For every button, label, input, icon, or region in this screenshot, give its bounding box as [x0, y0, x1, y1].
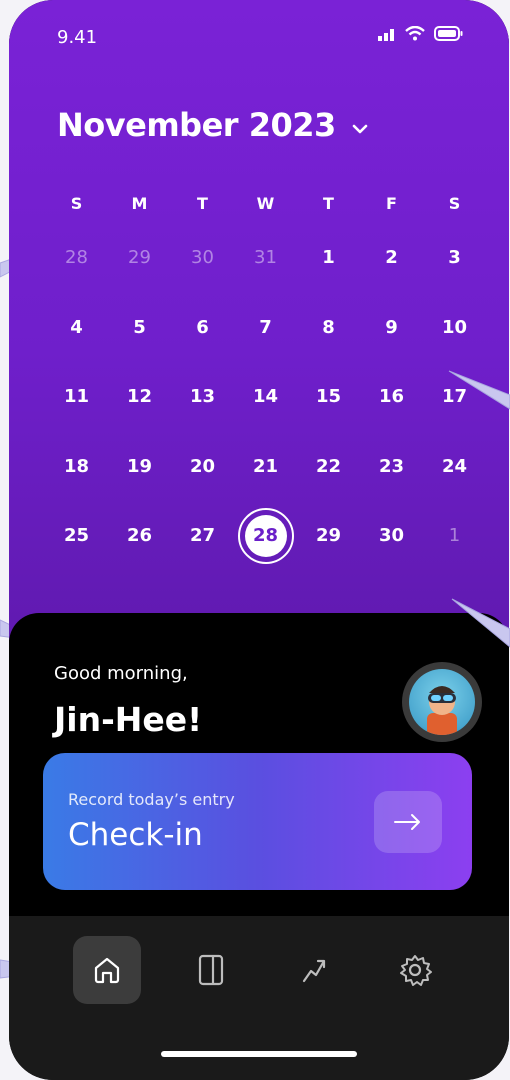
calendar-day[interactable]: 3 — [423, 247, 486, 268]
weekday-label: W — [256, 193, 275, 213]
annotation-pointer — [448, 370, 510, 410]
calendar-day[interactable]: 4 — [45, 317, 108, 338]
calendar-day[interactable]: 5 — [108, 317, 171, 338]
calendar-day[interactable]: 12 — [108, 386, 171, 407]
checkin-subtitle: Record today’s entry — [68, 790, 235, 809]
wifi-icon — [405, 26, 425, 41]
avatar-image — [409, 669, 475, 735]
weekday-label: T — [197, 193, 208, 213]
status-time: 9.41 — [57, 27, 98, 48]
selected-day-ring: 28 — [237, 507, 294, 564]
home-icon — [94, 957, 120, 984]
calendar-day[interactable]: 22 — [297, 456, 360, 477]
home-indicator[interactable] — [161, 1051, 357, 1057]
calendar-day[interactable]: 25 — [45, 525, 108, 546]
annotation-pointer — [451, 598, 510, 648]
nav-home[interactable] — [73, 936, 141, 1004]
chevron-down-icon[interactable] — [352, 123, 368, 135]
week-row: 18 19 20 21 22 23 24 — [45, 432, 486, 502]
calendar-day[interactable]: 23 — [360, 456, 423, 477]
selected-day-label: 28 — [244, 514, 287, 557]
checkin-title: Check-in — [68, 817, 203, 853]
calendar-day[interactable]: 11 — [45, 386, 108, 407]
week-row: 4 5 6 7 8 9 10 — [45, 293, 486, 363]
calendar-day[interactable]: 24 — [423, 456, 486, 477]
weekday-label: F — [386, 193, 397, 213]
weekday-label: T — [323, 193, 334, 213]
calendar-day[interactable]: 1 — [423, 525, 486, 546]
weekday-label: S — [448, 193, 461, 213]
month-selector[interactable]: November 2023 — [57, 106, 368, 144]
calendar-day-selected[interactable]: 28 — [234, 507, 297, 564]
calendar-day[interactable]: 20 — [171, 456, 234, 477]
checkin-arrow-button[interactable] — [374, 791, 442, 853]
checkin-card[interactable]: Record today’s entry Check-in — [43, 753, 472, 890]
nav-journal[interactable] — [177, 936, 245, 1004]
user-name: Jin-Hee! — [54, 700, 203, 739]
calendar-day[interactable]: 30 — [171, 247, 234, 268]
calendar-day[interactable]: 10 — [423, 317, 486, 338]
calendar-day[interactable]: 8 — [297, 317, 360, 338]
calendar-day[interactable]: 7 — [234, 317, 297, 338]
calendar-day[interactable]: 14 — [234, 386, 297, 407]
calendar-day[interactable]: 26 — [108, 525, 171, 546]
nav-trends[interactable] — [281, 936, 349, 1004]
avatar-illustration — [427, 686, 457, 735]
calendar-day[interactable]: 28 — [45, 247, 108, 268]
signal-icon — [378, 28, 394, 41]
calendar-day[interactable]: 31 — [234, 247, 297, 268]
calendar-day[interactable]: 9 — [360, 317, 423, 338]
battery-icon — [434, 26, 463, 41]
phone-frame: 9.41 November 2023 S M T W T F S 28 29 3… — [9, 0, 509, 1080]
settings-icon — [400, 955, 432, 986]
calendar-day[interactable]: 19 — [108, 456, 171, 477]
trend-icon — [302, 959, 326, 983]
calendar-grid: S M T W T F S 28 29 30 31 1 2 3 4 5 6 7 … — [45, 183, 486, 571]
status-icons — [378, 26, 464, 41]
calendar-day[interactable]: 16 — [360, 386, 423, 407]
week-row: 28 29 30 31 1 2 3 — [45, 223, 486, 293]
calendar-day[interactable]: 30 — [360, 525, 423, 546]
journal-icon — [198, 954, 224, 986]
arrow-right-icon — [394, 814, 420, 830]
week-row: 11 12 13 14 15 16 17 — [45, 362, 486, 432]
calendar-day[interactable]: 29 — [108, 247, 171, 268]
calendar-day[interactable]: 2 — [360, 247, 423, 268]
weekday-header: S M T W T F S — [45, 183, 486, 223]
greeting-text: Good morning, — [54, 663, 188, 684]
calendar-day[interactable]: 1 — [297, 247, 360, 268]
calendar-day[interactable]: 13 — [171, 386, 234, 407]
weekday-label: S — [70, 193, 83, 213]
weekday-label: M — [131, 193, 148, 213]
week-row: 25 26 27 28 29 30 1 — [45, 501, 486, 571]
calendar-day[interactable]: 21 — [234, 456, 297, 477]
calendar-day[interactable]: 29 — [297, 525, 360, 546]
calendar-day[interactable]: 6 — [171, 317, 234, 338]
nav-settings[interactable] — [381, 936, 449, 1004]
calendar-day[interactable]: 18 — [45, 456, 108, 477]
month-title: November 2023 — [57, 106, 336, 144]
calendar-day[interactable]: 27 — [171, 525, 234, 546]
calendar-day[interactable]: 15 — [297, 386, 360, 407]
avatar[interactable] — [402, 662, 482, 742]
